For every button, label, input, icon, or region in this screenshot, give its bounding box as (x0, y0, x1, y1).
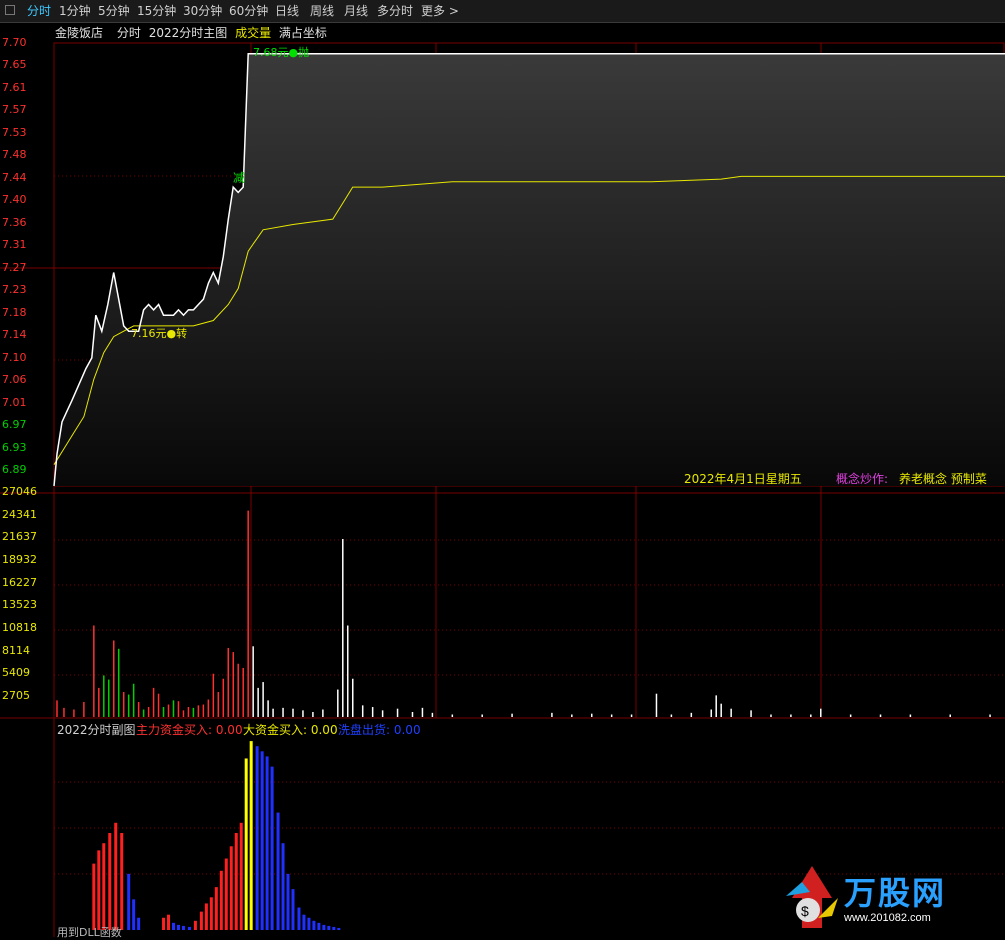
fund-bar (127, 873, 131, 930)
fund-bar (187, 926, 191, 930)
volume-tick: 27046 (2, 485, 37, 498)
fund-bar (255, 746, 259, 930)
big-fund-legend: 大资金买入: 0.00 (243, 723, 338, 737)
fund-bar (265, 756, 269, 930)
watermark-logo-text: 万股网 (844, 875, 947, 911)
price-tick: 6.93 (2, 440, 27, 454)
price-tick: 7.53 (2, 125, 27, 139)
volume-tick: 24341 (2, 507, 37, 521)
fund-bar (327, 925, 331, 930)
price-tick: 7.31 (2, 238, 27, 252)
price-tick: 7.57 (2, 103, 27, 117)
fund-bar (276, 812, 280, 930)
watermark-logo: $ 万股网 www.201082.com (782, 858, 982, 934)
fund-bar (167, 914, 171, 930)
watermark-url: www.201082.com (844, 912, 931, 924)
fund-bar (281, 843, 285, 930)
fund-bar (132, 899, 136, 930)
fund-bar (260, 751, 264, 930)
price-tick: 6.89 (2, 463, 27, 476)
dll-footer-note: 用到DLL函数 (57, 926, 122, 939)
volume-tick: 2705 (2, 689, 30, 702)
price-tick: 7.61 (2, 80, 27, 94)
fund-bar (332, 926, 336, 930)
fund-bar (97, 850, 101, 930)
volume-tick: 10818 (2, 621, 37, 634)
fund-bar (239, 822, 243, 930)
fund-bar (108, 833, 112, 930)
fund-bar (229, 846, 233, 930)
fund-bar (270, 766, 274, 930)
fund-bar (214, 887, 218, 930)
fund-bar (224, 858, 228, 930)
fund-bar (120, 833, 124, 930)
fund-bar (209, 897, 213, 930)
fund-bar (297, 907, 301, 930)
fund-bar (286, 873, 290, 930)
fund-bar (249, 741, 253, 930)
price-tick: 7.10 (2, 350, 27, 364)
fund-bar (307, 917, 311, 930)
concept-value: 养老概念 预制菜 (899, 472, 987, 486)
fund-bar (322, 924, 326, 930)
fund-bar (219, 870, 223, 930)
fund-bar (181, 925, 185, 930)
fund-bar (171, 922, 175, 930)
fund-bar (244, 758, 248, 930)
main-fund-legend: 主力资金买入: 0.00 (136, 723, 243, 737)
price-tick: 7.40 (2, 193, 27, 207)
fund-bar (92, 863, 96, 930)
price-tick: 7.70 (2, 36, 27, 49)
fund-bar (102, 843, 106, 930)
fund-bar (317, 922, 321, 930)
fund-bar (162, 917, 166, 930)
volume-tick: 5409 (2, 666, 30, 680)
concept-label: 概念炒作: (836, 472, 889, 486)
price-tick: 7.27 (2, 260, 27, 274)
fund-bar (337, 927, 341, 930)
fund-bar (193, 920, 197, 930)
price-tick: 7.18 (2, 305, 27, 319)
fund-bar (137, 917, 141, 930)
sub-chart-title: 2022分时副图 (57, 723, 136, 737)
price-tick: 7.65 (2, 58, 27, 72)
volume-tick: 8114 (2, 643, 30, 657)
date-label: 2022年4月1日星期五 (684, 472, 802, 486)
fund-bar (199, 911, 203, 930)
price-tick: 7.01 (2, 395, 27, 409)
price-tick: 7.23 (2, 283, 27, 297)
intraday-chart[interactable] (0, 0, 1005, 937)
volume-tick: 18932 (2, 553, 37, 566)
price-tick: 7.36 (2, 215, 27, 229)
price-area-fill (54, 53, 1005, 486)
wash-legend: 洗盘出货: 0.00 (338, 723, 421, 737)
volume-tick: 16227 (2, 575, 37, 589)
price-tick: 7.48 (2, 148, 27, 162)
fund-bar (312, 920, 316, 930)
price-tick: 6.97 (2, 418, 27, 432)
price-tick: 7.06 (2, 373, 27, 387)
svg-text:$: $ (801, 903, 809, 919)
fund-bar (291, 889, 295, 930)
fund-bar (204, 903, 208, 930)
fund-bar (114, 822, 118, 930)
fund-bar (176, 924, 180, 930)
price-tick: 7.14 (2, 328, 27, 342)
sell-signal-mark: 减 (233, 171, 246, 185)
fund-bar (302, 914, 306, 930)
volume-tick: 21637 (2, 530, 37, 544)
volume-tick: 13523 (2, 598, 37, 612)
fund-bar (234, 833, 238, 930)
high-price-label: 7.68元●抛 (253, 46, 310, 59)
price-tick: 7.44 (2, 170, 27, 184)
low-price-label: 7.16元●转 (131, 327, 188, 340)
